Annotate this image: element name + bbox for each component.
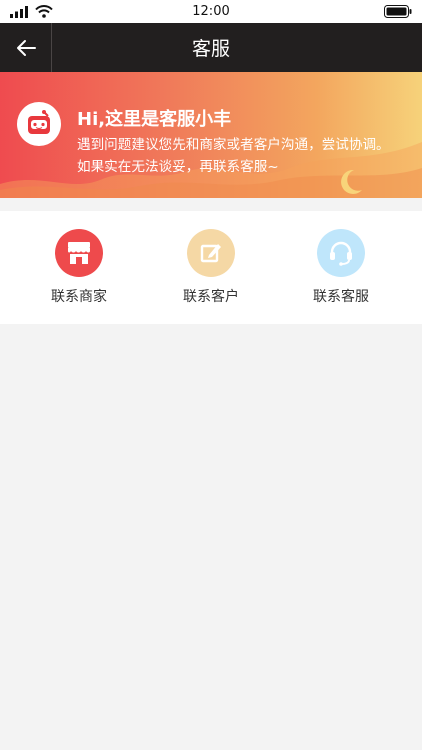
- status-left: [10, 5, 53, 18]
- signal-icon: [10, 5, 28, 18]
- contact-service-label: 联系客服: [313, 289, 369, 305]
- headset-icon: [317, 229, 365, 277]
- service-banner: Hi,这里是客服小丰 遇到问题建议您先和商家或者客户沟通，尝试协调。 如果实在无…: [0, 72, 422, 198]
- contact-actions: 联系商家 联系客户 联系客服: [0, 211, 422, 324]
- edit-icon: [187, 229, 235, 277]
- moon-icon: [341, 169, 362, 194]
- page-title: 客服: [191, 38, 230, 60]
- wifi-icon: [35, 5, 53, 18]
- service-avatar: [17, 102, 61, 146]
- contact-customer-button[interactable]: 联系客户: [156, 229, 266, 306]
- contact-service-button[interactable]: 联系客服: [286, 229, 396, 306]
- banner-description: 遇到问题建议您先和商家或者客户沟通，尝试协调。 如果实在无法谈妥，再联系客服~: [77, 134, 416, 178]
- robot-icon: [23, 108, 55, 140]
- banner-line-2: 如果实在无法谈妥，再联系客服~: [77, 159, 279, 175]
- battery-icon: [384, 5, 412, 18]
- banner-title: Hi,这里是客服小丰: [77, 109, 232, 130]
- banner-line-1: 遇到问题建议您先和商家或者客户沟通，尝试协调。: [77, 137, 390, 153]
- nav-bar: 客服: [0, 23, 422, 72]
- status-bar: 12:00: [0, 0, 422, 23]
- contact-merchant-button[interactable]: 联系商家: [24, 229, 134, 306]
- contact-customer-label: 联系客户: [183, 289, 239, 305]
- store-icon: [55, 229, 103, 277]
- status-time: 12:00: [192, 4, 230, 19]
- contact-merchant-label: 联系商家: [51, 289, 107, 305]
